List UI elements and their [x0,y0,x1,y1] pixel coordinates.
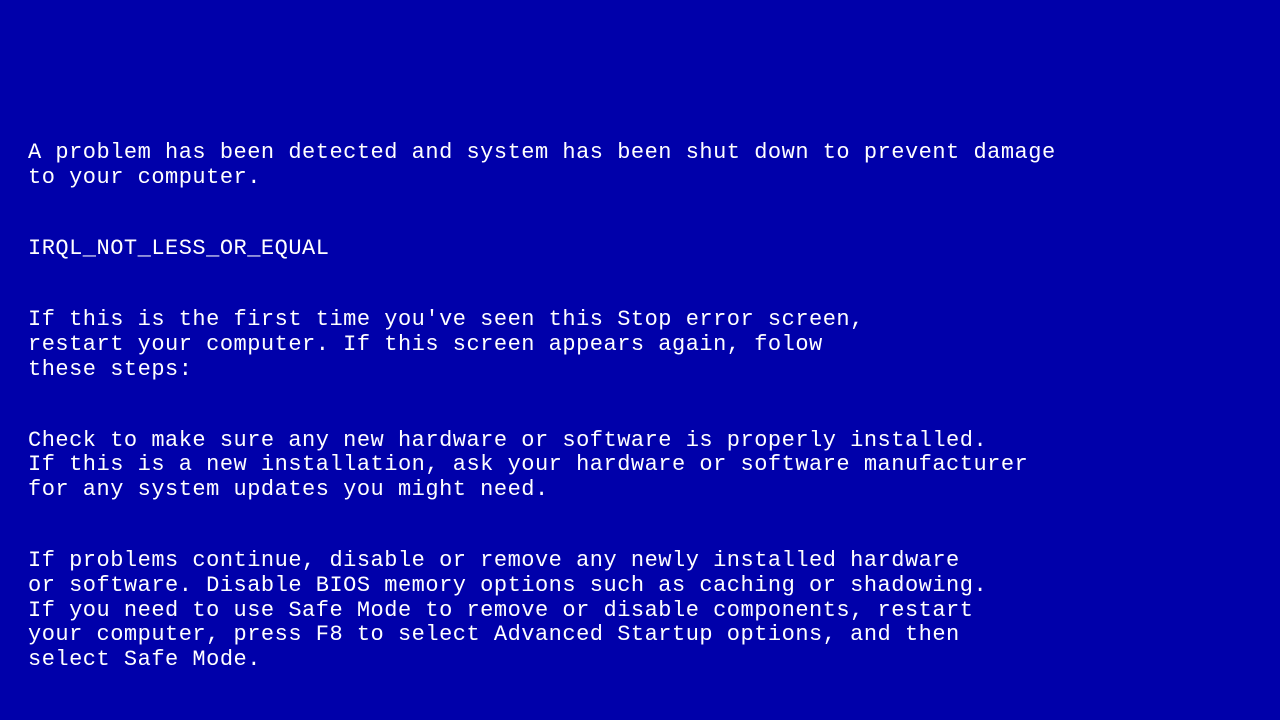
bsod-check-hardware-instructions: Check to make sure any new hardware or s… [28,429,1252,503]
bsod-intro-text: A problem has been detected and system h… [28,141,1252,190]
bsod-error-name: IRQL_NOT_LESS_OR_EQUAL [28,237,1252,262]
bsod-first-time-instructions: If this is the first time you've seen th… [28,308,1252,382]
bsod-problems-continue-instructions: If problems continue, disable or remove … [28,549,1252,672]
bsod-screen: A problem has been detected and system h… [28,117,1252,720]
